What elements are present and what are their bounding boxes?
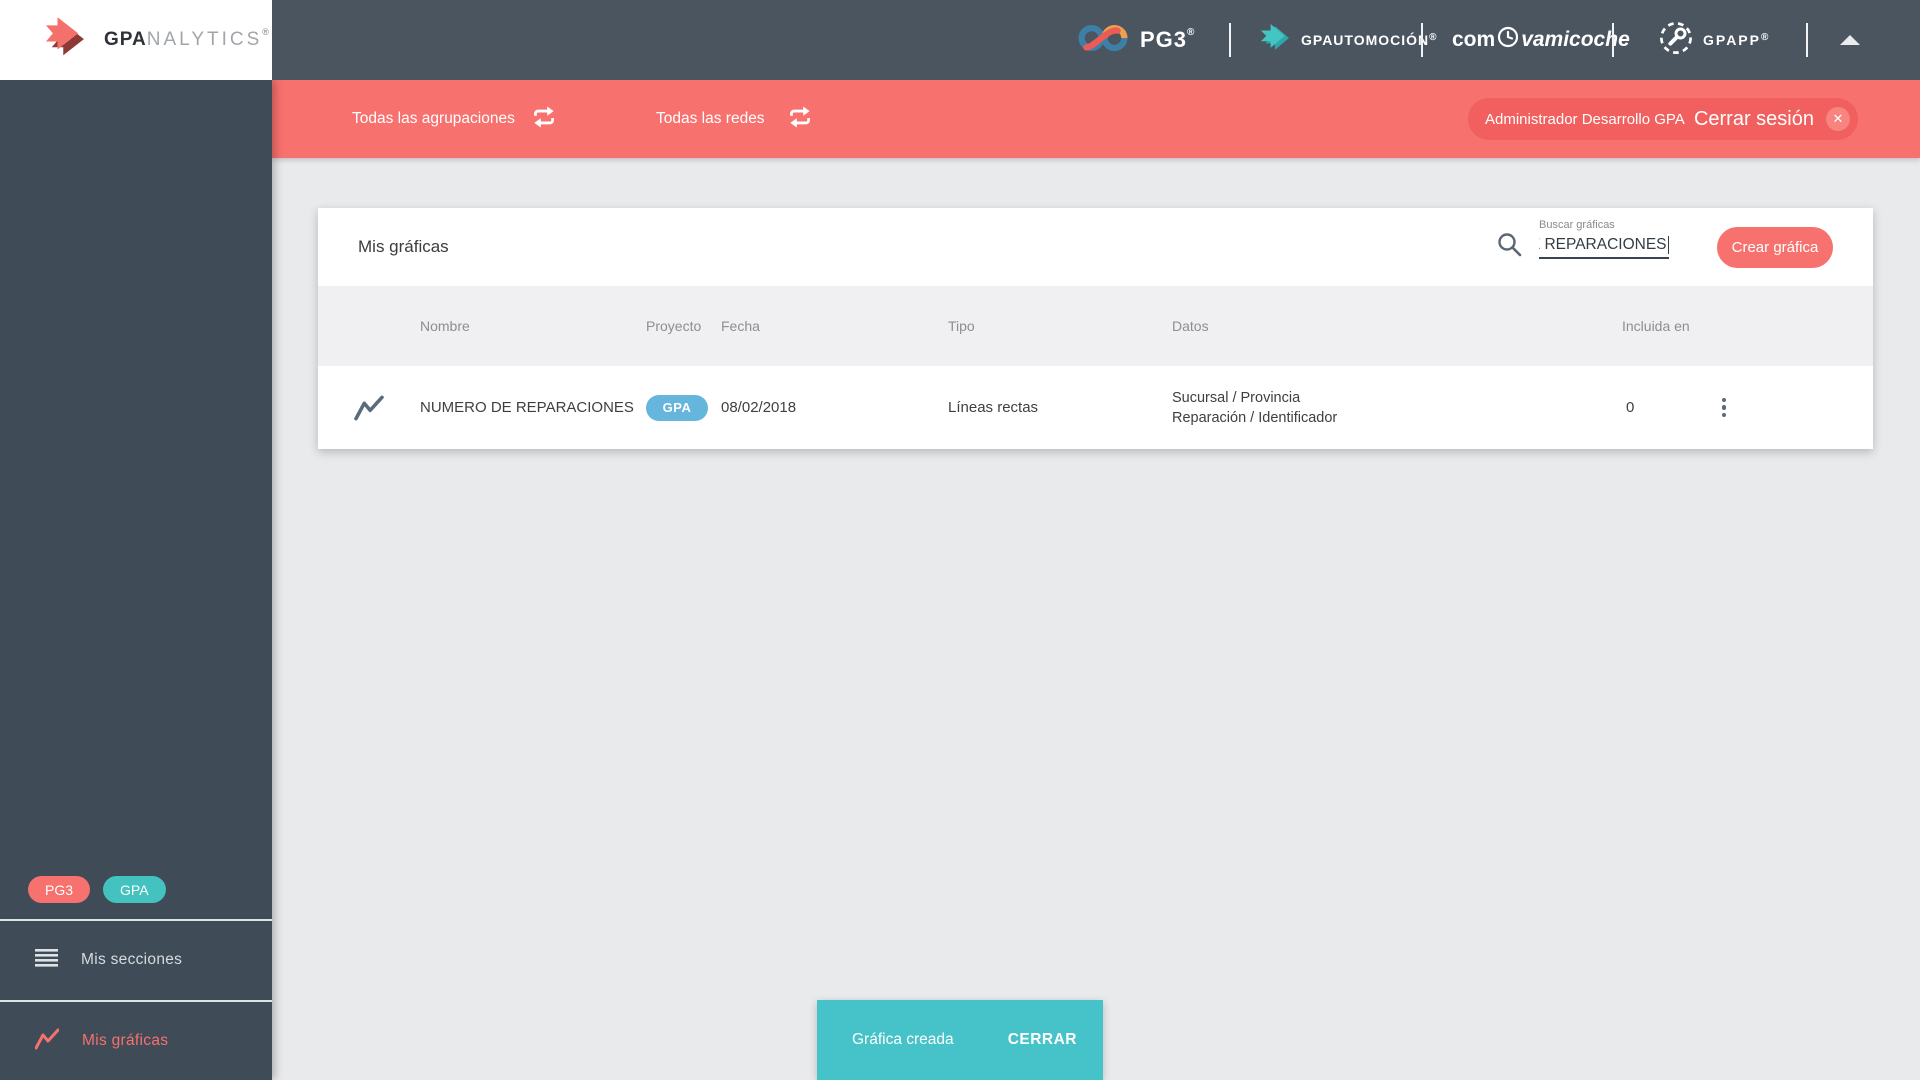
gpautomocion-app-link[interactable]: GPAUTOMOCIÓN® (1260, 0, 1438, 80)
pg3-reg: ® (1187, 27, 1196, 38)
column-header-nombre: Nombre (420, 318, 470, 334)
cell-tipo: Líneas rectas (948, 399, 1039, 416)
brand-reg: ® (262, 27, 270, 37)
column-header-tipo: Tipo (948, 318, 975, 334)
pg3-app-link[interactable]: PG3® (1078, 0, 1195, 80)
gpanalytics-logo-icon (46, 15, 92, 66)
gpautomocion-reg: ® (1429, 32, 1438, 43)
cell-incluida-en: 0 (1626, 399, 1635, 416)
page-title: Mis gráficas (358, 237, 449, 256)
snackbar-close-button[interactable]: CERRAR (1008, 1031, 1077, 1049)
sidebar-item-mis-secciones[interactable]: Mis secciones (0, 919, 272, 999)
header-divider (1612, 23, 1614, 57)
filter-bar: Todas las agrupaciones Todas las redes A… (272, 80, 1920, 158)
sidebar-item-label: Mis secciones (81, 951, 183, 968)
cell-datos-line1: Sucursal / Provincia (1172, 389, 1301, 406)
create-chart-button[interactable]: Crear gráfica (1717, 226, 1833, 268)
snackbar-message: Gráfica creada (852, 1031, 954, 1048)
gpapp-app-link[interactable]: GPAPP® (1658, 0, 1770, 80)
comvami-prefix: com (1452, 28, 1496, 51)
search-input-value: DE REPARACIONES (1539, 235, 1667, 253)
gpapp-logo-icon (1658, 20, 1694, 61)
filter-agrupaciones-swap-button[interactable] (530, 80, 558, 158)
gpapp-reg: ® (1760, 32, 1771, 43)
filter-agrupaciones-select[interactable]: Todas las agrupaciones (352, 80, 515, 158)
gpautomocion-label: GPAUTOMOCIÓN (1301, 32, 1430, 48)
mis-graficas-card: Mis gráficas Buscar gráficas DE REPARACI… (318, 208, 1873, 449)
table-row[interactable]: NUMERO DE REPARACIONES GPA 08/02/2018 Lí… (318, 366, 1873, 449)
cell-datos-line2: Reparación / Identificador (1172, 409, 1338, 426)
sidebar-item-label: Mis gráficas (82, 1032, 169, 1049)
sidebar: PG3 GPA Mis secciones Mis gráficas (0, 80, 272, 1080)
cell-fecha: 08/02/2018 (721, 399, 797, 416)
current-user-name: Administrador Desarrollo GPA (1485, 110, 1685, 128)
sidebar-badge-pg3[interactable]: PG3 (28, 876, 91, 903)
brand-gpa: GPA (104, 29, 147, 50)
sidebar-item-mis-graficas[interactable]: Mis gráficas (0, 1000, 272, 1080)
cell-datos: Sucursal / Provincia Reparación / Identi… (1172, 388, 1622, 428)
chevron-up-icon (1840, 35, 1860, 45)
gpapp-label: GPAPP (1703, 32, 1761, 48)
table-header-row: Nombre Proyecto Fecha Tipo Datos Incluid… (318, 286, 1873, 366)
cell-nombre: NUMERO DE REPARACIONES (420, 399, 634, 416)
snackbar: Gráfica creada CERRAR (817, 1000, 1103, 1080)
clock-icon (1495, 26, 1521, 54)
comvamicoche-app-link[interactable]: com vamicoche (1452, 0, 1630, 80)
row-chart-type-icon (318, 395, 420, 421)
column-header-incluida-en: Incluida en (1622, 318, 1690, 334)
project-badge: GPA (646, 394, 708, 421)
search-input[interactable]: Buscar gráficas DE REPARACIONES (1539, 219, 1669, 259)
column-header-datos: Datos (1172, 318, 1209, 334)
sidebar-badge-gpa[interactable]: GPA (103, 876, 166, 903)
pg3-logo-icon (1078, 20, 1128, 61)
header-divider (1806, 23, 1808, 57)
top-header-bar: PG3® GPAUTOMOCIÓN® com vamicoche GPAPP® (0, 0, 1920, 80)
swap-icon (786, 105, 814, 134)
logout-button[interactable]: Cerrar sesión (1694, 108, 1814, 131)
search-input-label: Buscar gráficas (1539, 218, 1615, 231)
header-divider (1421, 23, 1423, 57)
column-header-proyecto: Proyecto (646, 318, 702, 334)
card-header: Mis gráficas Buscar gráficas DE REPARACI… (318, 208, 1873, 286)
brand-nalytics: NALYTICS (146, 29, 263, 50)
pg3-label: PG3 (1140, 27, 1188, 52)
gpautomocion-logo-icon (1260, 23, 1292, 57)
gpanalytics-home-link[interactable]: GPA NALYTICS ® (0, 0, 272, 80)
user-session-pill: Administrador Desarrollo GPA Cerrar sesi… (1468, 98, 1858, 140)
search-icon[interactable] (1497, 232, 1523, 263)
collapse-header-button[interactable] (1830, 0, 1870, 80)
filter-redes-label: Todas las redes (656, 110, 765, 127)
column-header-fecha: Fecha (721, 318, 760, 334)
menu-icon (35, 948, 58, 972)
row-actions-menu-button[interactable] (1716, 392, 1733, 424)
filter-agrupaciones-label: Todas las agrupaciones (352, 110, 515, 127)
text-cursor (1667, 235, 1669, 254)
swap-icon (530, 105, 558, 134)
line-chart-icon (34, 1028, 60, 1055)
filter-redes-swap-button[interactable] (786, 80, 814, 158)
logout-close-icon[interactable]: ✕ (1826, 107, 1850, 131)
filter-redes-select[interactable]: Todas las redes (656, 80, 765, 158)
header-divider (1229, 23, 1231, 57)
